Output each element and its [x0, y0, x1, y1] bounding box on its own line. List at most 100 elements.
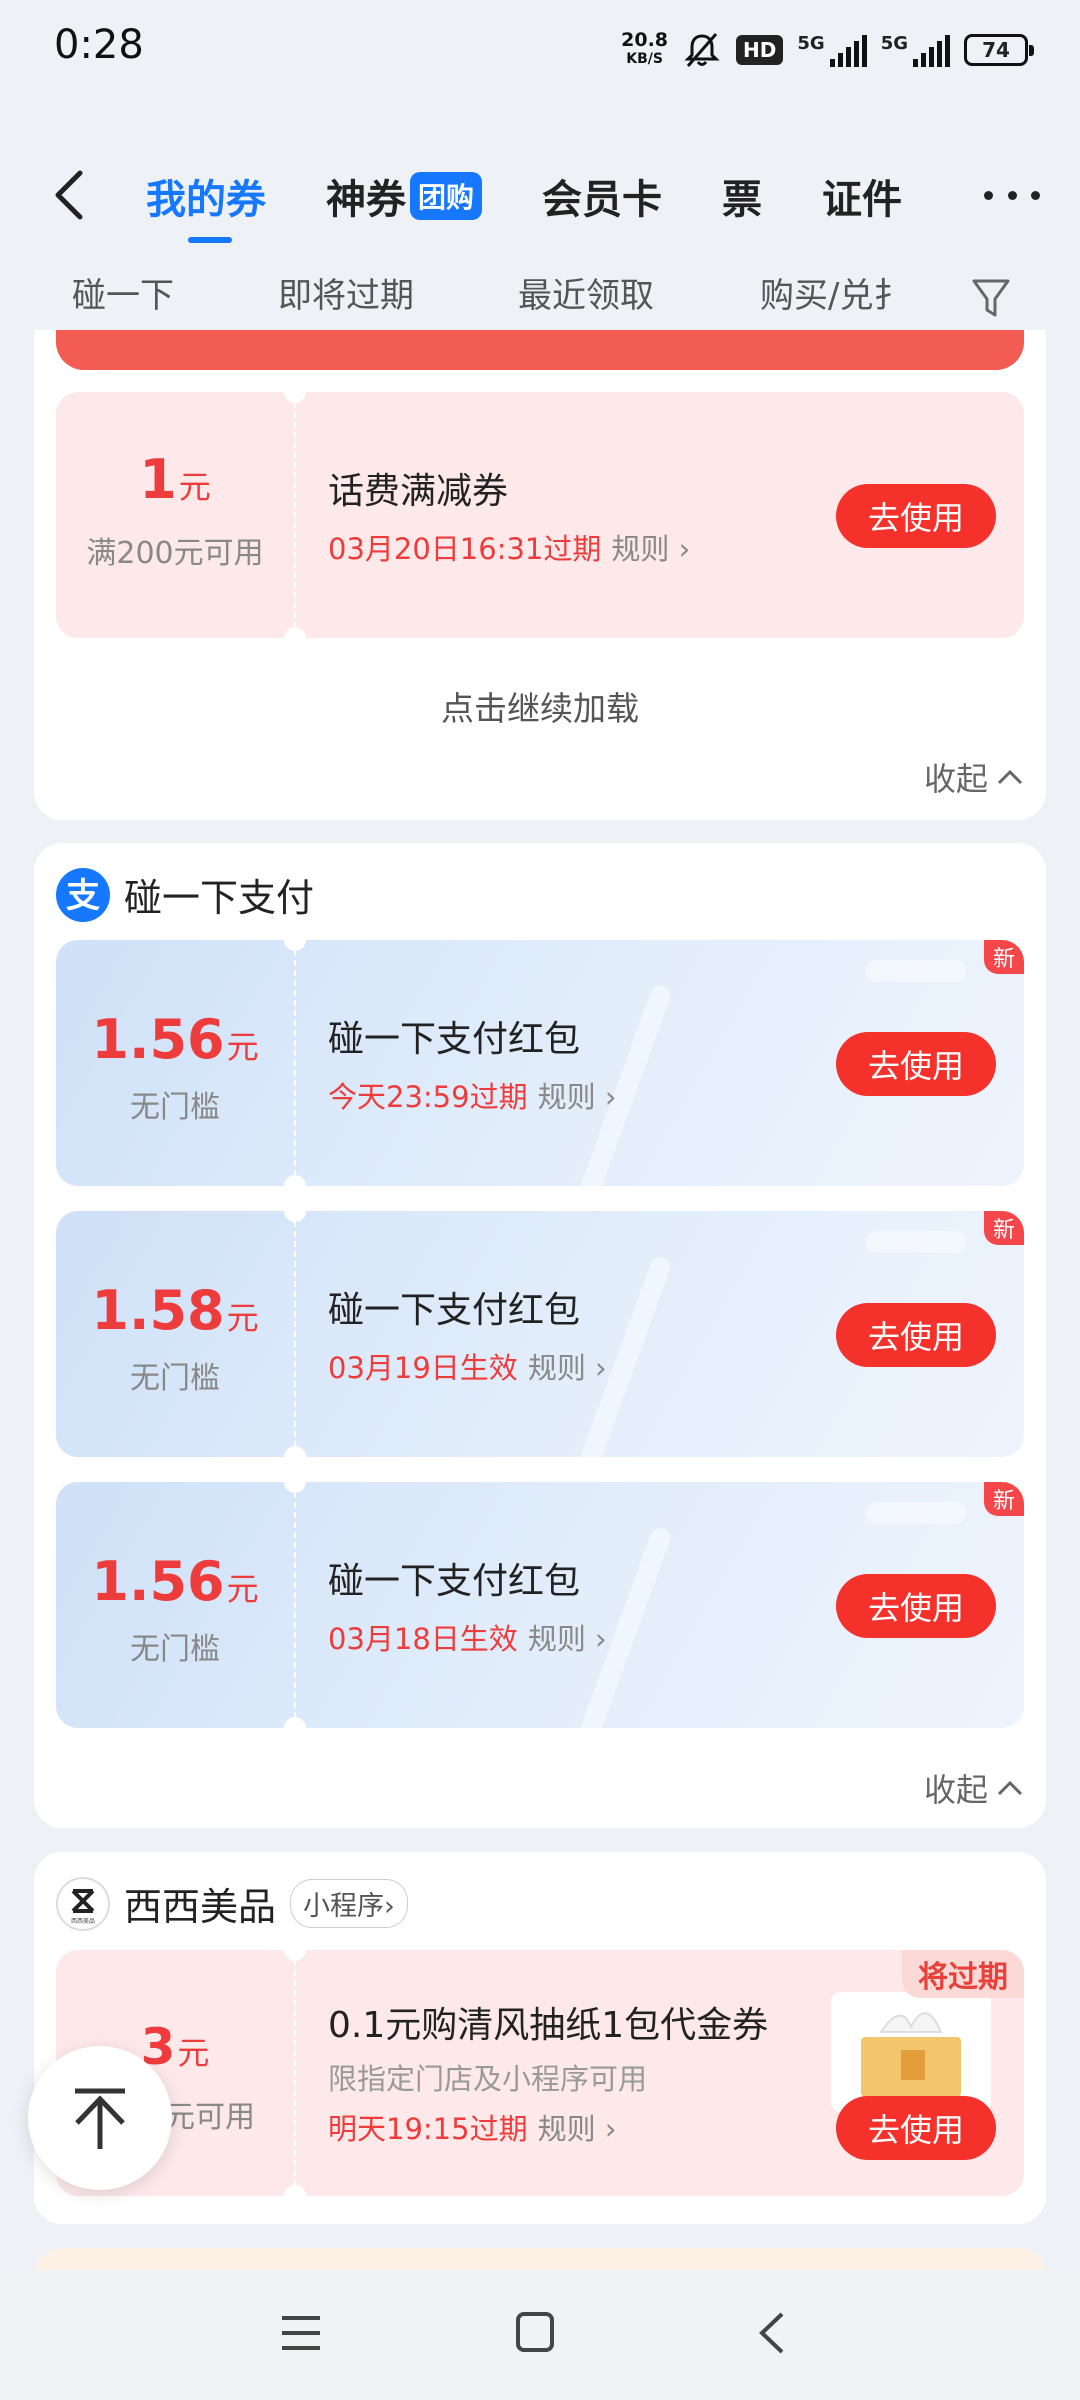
- tab-member-card[interactable]: 会员卡: [542, 167, 662, 225]
- coupon-expire: 明天19:15过期 规则 ›: [328, 2106, 616, 2148]
- coupon-expire: 今天23:59过期 规则 ›: [328, 1074, 616, 1116]
- tab-documents-label: 证件: [822, 177, 903, 223]
- tab-tickets[interactable]: 票: [722, 167, 762, 225]
- chevron-up-icon: [997, 1780, 1023, 1796]
- filter-tabs: 碰一下 即将过期 最近领取 购买/兑扌: [0, 268, 960, 328]
- filter-tap[interactable]: 碰一下: [72, 268, 174, 317]
- coupon-expire-text: 今天23:59过期: [328, 1080, 528, 1114]
- coupon-amount-number: 1.58: [91, 1279, 225, 1342]
- coupon-expire: 03月20日16:31过期 规则 ›: [328, 526, 690, 568]
- coupon-value-area: 1.58元 无门槛: [56, 1211, 294, 1457]
- home-icon[interactable]: [514, 2310, 556, 2354]
- coupon-expire: 03月19日生效 规则 ›: [328, 1345, 607, 1387]
- coupon-rule-link[interactable]: 规则 ›: [528, 1351, 607, 1385]
- coupon-expire: 03月18日生效 规则 ›: [328, 1616, 607, 1658]
- coupon-title: 话费满减券: [328, 471, 509, 512]
- filter-icon[interactable]: [970, 275, 1012, 321]
- mute-bell-icon: [684, 33, 720, 67]
- scroll-to-top-button[interactable]: [28, 2046, 172, 2190]
- tab-documents[interactable]: 证件: [822, 167, 902, 225]
- coupon-amount-number: 1: [139, 448, 177, 511]
- coupon-amount: 1.58元: [56, 1279, 294, 1342]
- chevron-right-icon: ›: [678, 532, 691, 566]
- coupon-section-tap-pay: 支 碰一下支付 1.56元 无门槛 碰一下支付红包 今天23:59过期 规则 › …: [34, 843, 1046, 1828]
- mini-program-tag[interactable]: 小程序›: [290, 1879, 408, 1928]
- coupon-title: 碰一下支付红包: [328, 1019, 581, 1060]
- network-speed-value: 20.8: [621, 29, 669, 51]
- coupon-value-area: 1.56元 无门槛: [56, 940, 294, 1186]
- chevron-right-icon: ›: [384, 1891, 395, 1922]
- tab-tickets-label: 票: [722, 177, 763, 223]
- coupon-title: 碰一下支付红包: [328, 1561, 581, 1602]
- system-back-icon[interactable]: [754, 2310, 790, 2356]
- tab-super-coupons[interactable]: 神券 团购: [326, 167, 483, 225]
- section-header: 西西美品 西西美品 小程序›: [56, 1876, 408, 1931]
- product-image: [831, 1992, 991, 2112]
- coupon-rule-label: 规则: [537, 1080, 596, 1114]
- collapse-label: 收起: [923, 760, 988, 798]
- coupon-card[interactable]: 1.58元 无门槛 碰一下支付红包 03月19日生效 规则 › 去使用 新: [56, 1211, 1024, 1457]
- coupon-card[interactable]: 3元 元可用 0.1元购清风抽纸1包代金券 限指定门店及小程序可用 明天19:1…: [56, 1950, 1024, 2196]
- coupon-expire-text: 03月19日生效: [328, 1351, 518, 1385]
- use-button[interactable]: 去使用: [836, 484, 996, 548]
- tab-my-coupons[interactable]: 我的券: [146, 167, 266, 243]
- coupon-title: 碰一下支付红包: [328, 1290, 581, 1331]
- coupon-amount-unit: 元: [177, 2034, 210, 2072]
- coupon-condition: 满200元可用: [86, 536, 264, 571]
- coupon-amount: 1元: [56, 448, 294, 511]
- coupon-rule-link[interactable]: 规则 ›: [538, 1080, 617, 1114]
- chevron-right-icon: ›: [595, 1351, 607, 1385]
- network-speed: 20.8 KB/S: [621, 31, 668, 69]
- coupon-rule-label: 规则: [527, 1351, 586, 1385]
- coupon-condition: 无门槛: [130, 1090, 220, 1125]
- coupon-card[interactable]: 1.56元 无门槛 碰一下支付红包 今天23:59过期 规则 › 去使用 新: [56, 940, 1024, 1186]
- coupon-rule-label: 规则: [611, 532, 670, 566]
- load-more-button[interactable]: 点击继续加载: [34, 682, 1046, 730]
- coupon-condition: 无门槛: [130, 1632, 220, 1667]
- filter-recent[interactable]: 最近领取: [518, 268, 654, 317]
- coupon-expire-text: 03月18日生效: [328, 1622, 518, 1656]
- coupon-condition: 无门槛: [130, 1361, 220, 1396]
- use-button[interactable]: 去使用: [836, 1032, 996, 1096]
- coupon-rule-link[interactable]: 规则 ›: [611, 532, 690, 566]
- signal-2-icon: 5G: [881, 33, 950, 67]
- back-button[interactable]: [46, 165, 96, 225]
- coupon-section-xixi: 西西美品 西西美品 小程序› 3元 元可用 0.1元购清风抽纸1包代金券 限指定…: [34, 1852, 1046, 2224]
- coupon-rule-link[interactable]: 规则 ›: [528, 1622, 607, 1656]
- coupon-rule-link[interactable]: 规则 ›: [538, 2112, 617, 2146]
- use-button[interactable]: 去使用: [836, 1303, 996, 1367]
- collapse-button[interactable]: 收起: [924, 1765, 1024, 1811]
- section-header: 支 碰一下支付: [56, 867, 314, 922]
- coupon-title: 0.1元购清风抽纸1包代金券: [328, 2005, 769, 2046]
- use-button[interactable]: 去使用: [836, 1574, 996, 1638]
- more-button[interactable]: [984, 170, 1040, 220]
- tab-super-coupons-label: 神券: [326, 177, 406, 223]
- coupon-amount-number: 1.56: [91, 1550, 225, 1613]
- collapse-button[interactable]: 收起: [924, 754, 1024, 800]
- coupon-expire-text: 03月20日16:31过期: [328, 532, 602, 566]
- system-navigation-bar: [0, 2270, 1080, 2400]
- coupon-card[interactable]: 1元 满200元可用 话费满减券 03月20日16:31过期 规则 › 去使用: [56, 392, 1024, 638]
- coupon-rule-label: 规则: [527, 1622, 586, 1656]
- coupon-subtitle: 限指定门店及小程序可用: [328, 2062, 648, 2096]
- coupon-section-phone: 1元 满200元可用 话费满减券 03月20日16:31过期 规则 › 去使用 点…: [34, 330, 1046, 820]
- sim2-network: 5G: [880, 33, 908, 54]
- section-title: 西西美品: [124, 1885, 277, 1929]
- menu-icon[interactable]: [278, 2312, 324, 2354]
- coupon-card[interactable]: 1.56元 无门槛 碰一下支付红包 03月18日生效 规则 › 去使用 新: [56, 1482, 1024, 1728]
- red-coupon-edge: [56, 330, 1024, 370]
- group-buy-badge: 团购: [410, 172, 483, 220]
- filter-expiring[interactable]: 即将过期: [278, 268, 414, 317]
- new-badge: 新: [984, 1482, 1024, 1516]
- coupon-amount: 1.56元: [56, 1550, 294, 1613]
- hd-badge: HD: [736, 35, 784, 65]
- signal-1-icon: 5G: [797, 33, 867, 67]
- network-speed-unit: KB/S: [626, 51, 663, 67]
- use-button[interactable]: 去使用: [836, 2096, 996, 2160]
- coupon-rule-label: 规则: [537, 2112, 596, 2146]
- coupon-amount-unit: 元: [226, 1028, 259, 1066]
- filter-purchased[interactable]: 购买/兑扌: [760, 268, 907, 317]
- coupon-amount-unit: 元: [226, 1299, 259, 1337]
- battery-level: 74: [982, 38, 1010, 62]
- tissue-box-icon: [861, 2012, 961, 2097]
